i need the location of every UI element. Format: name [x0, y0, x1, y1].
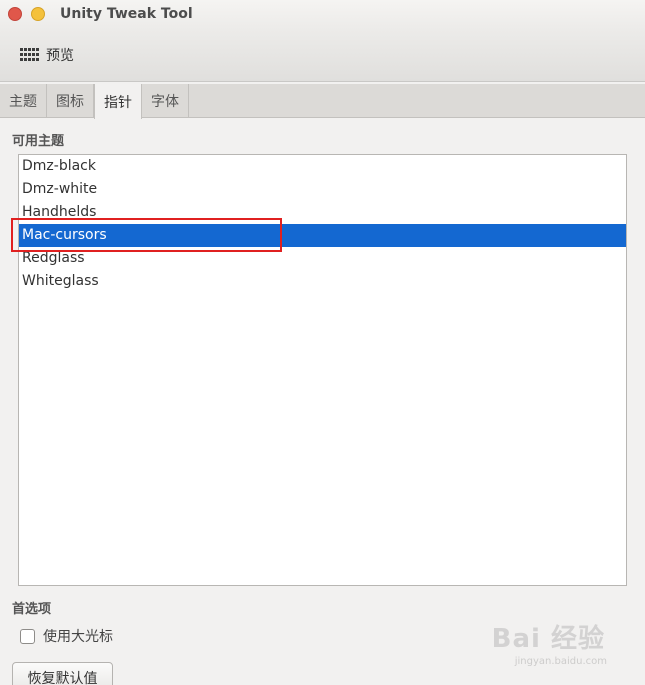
preferences-label: 首选项: [12, 602, 52, 617]
list-item[interactable]: Handhelds: [19, 201, 626, 224]
list-item[interactable]: Dmz-black: [19, 155, 626, 178]
tab-icons[interactable]: 图标: [47, 84, 94, 118]
large-cursor-checkbox[interactable]: [20, 628, 35, 644]
available-themes-label: 可用主题: [12, 134, 65, 149]
toolbar: 预览: [0, 30, 645, 82]
list-item-selected[interactable]: Mac-cursors: [19, 224, 626, 247]
tab-cursors[interactable]: 指针: [94, 84, 142, 119]
tab-bar: 主题 图标 指针 字体: [0, 84, 645, 119]
watermark-url: jingyan.baidu.com: [514, 656, 607, 667]
window-title: Unity Tweak Tool: [60, 6, 193, 22]
restore-defaults-button[interactable]: 恢复默认值: [12, 662, 113, 685]
large-cursor-label: 使用大光标: [43, 629, 113, 645]
grid-icon: [20, 48, 40, 62]
close-window-button[interactable]: [8, 7, 22, 21]
theme-list[interactable]: Dmz-black Dmz-white Handhelds Mac-cursor…: [18, 154, 627, 586]
large-cursor-option[interactable]: 使用大光标: [20, 626, 113, 646]
list-item[interactable]: Whiteglass: [19, 270, 626, 293]
title-bar: Unity Tweak Tool: [0, 0, 645, 30]
watermark-logo: Bai 经验: [491, 624, 605, 654]
tab-fonts[interactable]: 字体: [142, 84, 189, 118]
minimize-window-button[interactable]: [31, 7, 45, 21]
overview-label: 预览: [46, 48, 74, 64]
list-item[interactable]: Redglass: [19, 247, 626, 270]
list-item[interactable]: Dmz-white: [19, 178, 626, 201]
overview-button[interactable]: 预览: [14, 41, 80, 69]
tab-theme[interactable]: 主题: [0, 84, 47, 118]
